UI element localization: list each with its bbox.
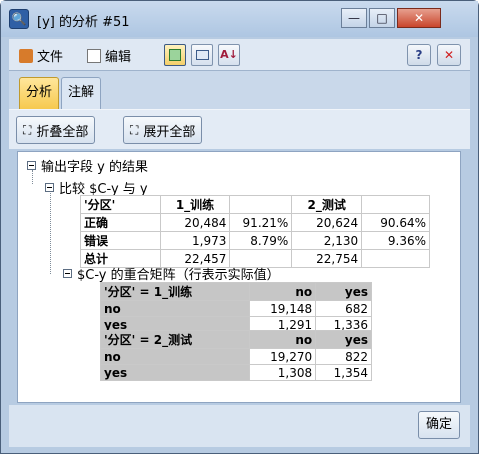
coincidence-matrix-train: '分区' = 1_训练 no yes no 19,148 682 yes 1,2… <box>99 282 372 333</box>
edit-icon <box>87 48 101 63</box>
table-row: no 19,270 822 <box>99 348 372 365</box>
table-header-row: '分区' = 2_测试 no yes <box>99 330 372 349</box>
file-icon <box>19 48 33 63</box>
header-cell: no <box>249 282 317 301</box>
table-cell: 682 <box>315 300 372 317</box>
table-cell: 91.21% <box>229 213 293 232</box>
title-bar: 🔍 [y] 的分析 #51 — □ ✕ <box>1 1 478 37</box>
action-toolbar: ⛶ 折叠全部 ⛶ 展开全部 <box>9 109 470 149</box>
table-header-row: '分区' = 1_训练 no yes <box>99 282 372 301</box>
tree-node-matrix[interactable]: $C-y 的重合矩阵（行表示实际值） <box>63 264 280 283</box>
print-button[interactable] <box>191 44 213 66</box>
expand-all-button[interactable]: ⛶ 展开全部 <box>123 116 203 144</box>
row-label: 错误 <box>80 231 161 250</box>
header-cell <box>229 195 293 214</box>
collapse-toggle-icon[interactable] <box>63 269 72 278</box>
coincidence-matrix-test: '分区' = 2_测试 no yes no 19,270 822 yes 1,3… <box>99 330 372 381</box>
menu-edit-label: 编辑 <box>105 50 132 65</box>
tree-node-root[interactable]: 输出字段 y 的结果 <box>27 156 148 175</box>
collapse-all-label: 折叠全部 <box>36 124 89 140</box>
header-cell <box>361 195 430 214</box>
row-label: 正确 <box>80 213 161 232</box>
header-cell: yes <box>315 330 372 349</box>
results-tree-panel: 输出字段 y 的结果 比较 $C-y 与 y '分区' 1_训练 2_测试 正确… <box>17 151 461 403</box>
expand-icon: ⛶ <box>130 122 139 137</box>
close-panel-button[interactable]: ✕ <box>437 44 461 66</box>
sort-az-icon: A↓ <box>220 48 238 61</box>
analysis-window: 🔍 [y] 的分析 #51 — □ ✕ 文件 编辑 A↓ ? ✕ 分析 注解 ⛶… <box>0 0 479 454</box>
table-row: 错误 1,973 8.79% 2,130 9.36% <box>80 231 430 250</box>
minimize-button[interactable]: — <box>341 8 367 28</box>
table-row: yes 1,308 1,354 <box>99 364 372 381</box>
table-cell: 822 <box>315 348 372 365</box>
table-row: 正确 20,484 91.21% 20,624 90.64% <box>80 213 430 232</box>
table-cell: 20,624 <box>291 213 363 232</box>
table-cell: 1,354 <box>315 364 372 381</box>
header-cell: '分区' = 2_测试 <box>99 330 251 349</box>
ok-button[interactable]: 确定 <box>418 411 460 439</box>
collapse-toggle-icon[interactable] <box>45 183 54 192</box>
tab-analysis[interactable]: 分析 <box>19 77 60 109</box>
collapse-icon: ⛶ <box>23 122 32 137</box>
menu-bar: 文件 编辑 A↓ ? ✕ <box>9 39 470 71</box>
menu-edit[interactable]: 编辑 <box>87 46 131 65</box>
table-cell: 20,484 <box>159 213 231 232</box>
window-title: [y] 的分析 #51 <box>37 15 130 30</box>
menu-file[interactable]: 文件 <box>19 46 63 65</box>
header-cell: '分区' <box>80 195 161 214</box>
table-cell: 2,130 <box>291 231 363 250</box>
header-cell: 1_训练 <box>159 195 231 214</box>
table-cell: 1,308 <box>249 364 317 381</box>
collapse-toggle-icon[interactable] <box>27 161 36 170</box>
maximize-button[interactable]: □ <box>369 8 395 28</box>
help-button[interactable]: ? <box>407 44 431 66</box>
table-cell: 8.79% <box>229 231 293 250</box>
expand-all-label: 展开全部 <box>143 124 196 140</box>
close-icon: ✕ <box>443 48 455 62</box>
row-label: no <box>99 348 251 365</box>
tab-strip: 分析 注解 <box>9 71 470 109</box>
header-cell: yes <box>315 282 372 301</box>
tree-matrix-label: $C-y 的重合矩阵（行表示实际值） <box>77 268 280 283</box>
row-label: yes <box>99 364 251 381</box>
dialog-footer: 确定 <box>9 405 470 447</box>
table-header-row: '分区' 1_训练 2_测试 <box>80 195 430 214</box>
table-cell <box>361 249 430 268</box>
table-row: no 19,148 682 <box>99 300 372 317</box>
row-label: no <box>99 300 251 317</box>
header-cell: 2_测试 <box>291 195 363 214</box>
summary-table: '分区' 1_训练 2_测试 正确 20,484 91.21% 20,624 9… <box>80 195 430 268</box>
sort-button[interactable]: A↓ <box>218 44 240 66</box>
menu-file-label: 文件 <box>37 50 64 65</box>
collapse-all-button[interactable]: ⛶ 折叠全部 <box>16 116 96 144</box>
header-cell: no <box>249 330 317 349</box>
header-cell: '分区' = 1_训练 <box>99 282 251 301</box>
table-cell: 90.64% <box>361 213 430 232</box>
close-window-button[interactable]: ✕ <box>397 8 441 28</box>
table-cell: 1,973 <box>159 231 231 250</box>
table-view-button[interactable] <box>164 44 186 66</box>
table-cell: 9.36% <box>361 231 430 250</box>
table-icon <box>169 49 181 61</box>
table-cell: 19,148 <box>249 300 317 317</box>
tree-root-label: 输出字段 y 的结果 <box>41 160 148 175</box>
table-cell: 22,754 <box>291 249 363 268</box>
printer-icon <box>195 50 209 60</box>
help-icon: ? <box>415 48 423 62</box>
magnifier-app-icon: 🔍 <box>9 9 29 29</box>
tree-connector <box>50 190 51 274</box>
tab-annotation[interactable]: 注解 <box>61 77 102 109</box>
table-cell: 19,270 <box>249 348 317 365</box>
